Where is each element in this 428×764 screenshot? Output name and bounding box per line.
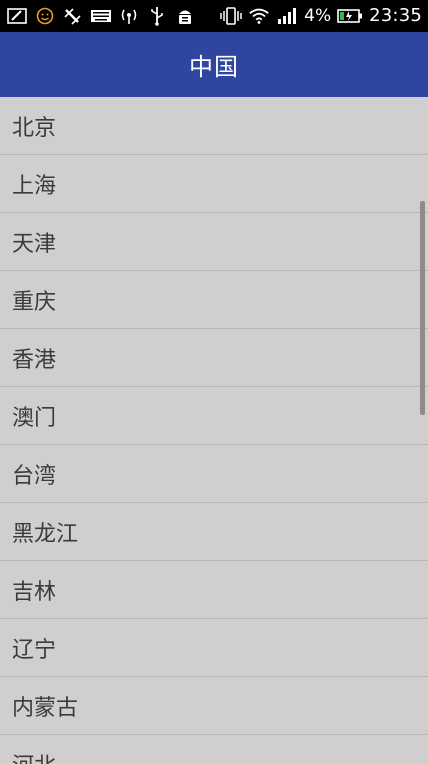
usb-icon: [146, 6, 168, 26]
list-item[interactable]: 吉林: [0, 561, 428, 619]
list-item[interactable]: 辽宁: [0, 619, 428, 677]
list-item-label: 吉林: [12, 579, 57, 605]
battery-percent: 4%: [304, 5, 332, 26]
list-item-label: 内蒙古: [12, 695, 79, 721]
keyboard-icon: [90, 6, 112, 26]
list-item-label: 北京: [12, 115, 57, 141]
list-item-label: 香港: [12, 347, 57, 373]
vibrate-icon: [220, 6, 242, 26]
list-item[interactable]: 香港: [0, 329, 428, 387]
province-list[interactable]: 北京 上海 天津 重庆 香港 澳门 台湾 黑龙江 吉林 辽宁 内蒙古 河北: [0, 97, 428, 764]
screen: 4% 23:35 中国 北京 上海 天津 重庆 香港 澳门 台湾 黑龙江 吉林 …: [0, 0, 428, 764]
scrollbar[interactable]: [420, 201, 425, 415]
list-item[interactable]: 台湾: [0, 445, 428, 503]
list-item[interactable]: 河北: [0, 735, 428, 764]
list-item[interactable]: 澳门: [0, 387, 428, 445]
list-item-label: 台湾: [12, 463, 57, 489]
status-bar: 4% 23:35: [0, 0, 428, 32]
status-bar-system: 4% 23:35: [220, 0, 422, 32]
list-item-label: 上海: [12, 173, 57, 199]
app-bar: 中国: [0, 32, 428, 97]
wireless-hotspot-icon: [118, 6, 140, 26]
list-item-label: 天津: [12, 231, 57, 257]
list-item-label: 重庆: [12, 289, 57, 315]
face-icon: [34, 6, 56, 26]
list-item[interactable]: 黑龙江: [0, 503, 428, 561]
edit-note-icon: [6, 6, 28, 26]
battery-charging-icon: [337, 6, 363, 26]
list-item[interactable]: 天津: [0, 213, 428, 271]
list-item-label: 黑龙江: [12, 521, 79, 547]
page-title: 中国: [189, 53, 239, 81]
list-item[interactable]: 内蒙古: [0, 677, 428, 735]
list-item[interactable]: 北京: [0, 97, 428, 155]
android-debug-icon: [174, 6, 196, 26]
list-item-label: 辽宁: [12, 637, 57, 663]
list-item[interactable]: 上海: [0, 155, 428, 213]
wifi-icon: [248, 6, 270, 26]
list-item-label: 河北: [12, 748, 56, 764]
mobile-signal-icon: [276, 6, 298, 26]
list-item[interactable]: 重庆: [0, 271, 428, 329]
status-bar-notifications: [6, 0, 196, 32]
list-item-label: 澳门: [12, 405, 57, 431]
clock: 23:35: [369, 5, 422, 26]
satellite-icon: [62, 6, 84, 26]
